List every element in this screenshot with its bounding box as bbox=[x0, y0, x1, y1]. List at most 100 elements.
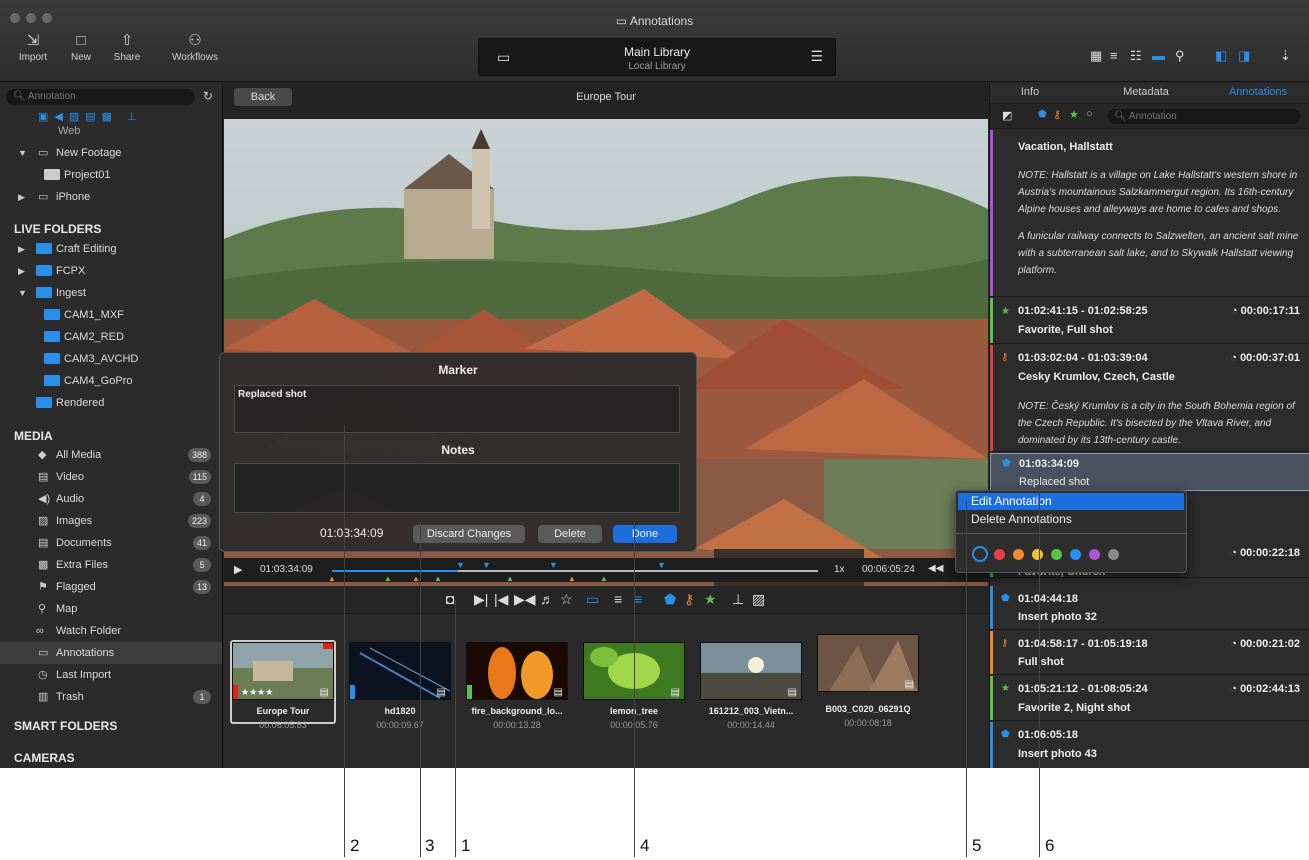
star-icon[interactable]: ★ bbox=[704, 591, 717, 608]
thumbnail-icon[interactable]: ▨ bbox=[752, 591, 765, 608]
sort-icon[interactable]: ⇣ bbox=[1280, 48, 1291, 64]
workflows-button[interactable]: ⚇ Workflows bbox=[170, 30, 220, 63]
annotation-item[interactable]: ★ 01:05:21:12 - 01:08:05:24 ◔ 00:02:44:1… bbox=[990, 676, 1309, 721]
detail-view-icon[interactable]: ☷ bbox=[1130, 48, 1142, 64]
tab-annotations[interactable]: Annotations bbox=[1208, 86, 1308, 98]
star-marker-icon[interactable]: ▲ bbox=[600, 574, 608, 583]
sidebar-item-all-media[interactable]: ◆ All Media 388 bbox=[0, 444, 222, 466]
color-blue-swatch[interactable] bbox=[1070, 549, 1081, 560]
marker-icon[interactable]: ▼ bbox=[657, 560, 666, 570]
sidebar-item-ingest[interactable]: ▼ Ingest bbox=[0, 282, 222, 304]
disclosure-open-icon[interactable]: ▼ bbox=[18, 282, 27, 304]
sidebar-item-documents[interactable]: ▤ Documents 41 bbox=[0, 532, 222, 554]
sidebar-item-fcpx[interactable]: ▶ FCPX bbox=[0, 260, 222, 282]
clip-thumbnail[interactable]: ▤ bbox=[817, 634, 919, 692]
sidebar-item-web[interactable]: Web bbox=[0, 125, 222, 139]
export-icon[interactable]: ⊥ bbox=[732, 591, 744, 608]
go-end-icon[interactable]: ▶| bbox=[474, 591, 488, 608]
sidebar-item-cam4[interactable]: CAM4_GoPro bbox=[0, 370, 222, 392]
delete-annotations-menu-item[interactable]: Delete Annotations bbox=[958, 511, 1184, 528]
color-green-swatch[interactable] bbox=[1051, 549, 1062, 560]
blue-marker-icon[interactable]: ⬟ bbox=[664, 591, 676, 608]
annotation-item[interactable]: ⚷ 01:03:02:04 - 01:03:39:04 ◔ 00:00:37:0… bbox=[990, 345, 1309, 452]
edit-icon[interactable]: ◩ bbox=[1002, 109, 1012, 122]
discard-changes-button[interactable]: Discard Changes bbox=[413, 525, 525, 543]
annotation-search-input[interactable]: 🔍︎ Annotation bbox=[1108, 109, 1300, 124]
annotation-item[interactable]: ⚷ 01:04:58:17 - 01:05:19:18 ◔ 00:00:21:0… bbox=[990, 631, 1309, 675]
rating-icon[interactable]: ☆ bbox=[560, 591, 573, 608]
list-check-icon[interactable]: ☰ bbox=[810, 48, 823, 65]
right-panel-icon[interactable]: ◨ bbox=[1238, 48, 1250, 64]
annotation-item[interactable]: ⬟ 01:06:05:18 Insert photo 43 bbox=[990, 722, 1309, 768]
sidebar-item-images[interactable]: ▨ Images 223 bbox=[0, 510, 222, 532]
color-gray-swatch[interactable] bbox=[1108, 549, 1119, 560]
sidebar-search-input[interactable]: 🔍︎ Annotation bbox=[6, 89, 195, 105]
sidebar-item-video[interactable]: ▤ Video 115 bbox=[0, 466, 222, 488]
star-marker-icon[interactable]: ▲ bbox=[384, 574, 392, 583]
key-marker-icon[interactable]: ▲ bbox=[568, 574, 576, 583]
map-view-icon[interactable]: ⚲ bbox=[1175, 48, 1185, 64]
sidebar-item-watch-folder[interactable]: ∞ Watch Folder bbox=[0, 620, 222, 642]
timeline-track[interactable] bbox=[332, 570, 818, 572]
share-button[interactable]: ⇧ Share bbox=[102, 30, 152, 63]
sidebar-item-trash[interactable]: ▥ Trash 1 bbox=[0, 686, 222, 708]
sidebar-item-new-footage[interactable]: ▼ ▭ New Footage bbox=[0, 142, 222, 164]
key-marker-icon[interactable]: ▲ bbox=[328, 574, 336, 583]
star-marker-icon[interactable]: ▲ bbox=[506, 574, 514, 583]
clip-thumbnail[interactable]: ★★★★ ▤ bbox=[232, 642, 334, 700]
sidebar-item-rendered[interactable]: Rendered bbox=[0, 392, 222, 414]
tab-info[interactable]: Info bbox=[990, 86, 1080, 98]
star-filter-icon[interactable]: ★ bbox=[1069, 108, 1079, 121]
import-button[interactable]: ⇲ Import bbox=[8, 30, 58, 63]
sidebar-item-audio[interactable]: ◀) Audio 4 bbox=[0, 488, 222, 510]
grid-view-icon[interactable]: ▦ bbox=[1090, 48, 1102, 64]
align-justify-icon[interactable]: ≡ bbox=[634, 591, 642, 607]
library-selector[interactable]: ▭ Main Library Local Library ☰ bbox=[478, 38, 836, 76]
sidebar-item-extra-files[interactable]: ▩ Extra Files 5 bbox=[0, 554, 222, 576]
color-orange-swatch[interactable] bbox=[1013, 549, 1024, 560]
annotation-item[interactable]: ⬟ 01:04:44:18 Insert photo 32 bbox=[990, 586, 1309, 630]
marker-icon[interactable]: ▼ bbox=[482, 560, 491, 570]
notes-text-field[interactable] bbox=[234, 463, 680, 513]
edit-annotation-menu-item[interactable]: Edit Annotation bbox=[958, 493, 1184, 510]
clip-thumbnail[interactable]: ▤ bbox=[349, 642, 451, 700]
annotation-item[interactable]: ★ 01:02:41:15 - 01:02:58:25 ◔ 00:00:17:1… bbox=[990, 298, 1309, 344]
color-purple-swatch[interactable] bbox=[1089, 549, 1100, 560]
sidebar-item-cam2[interactable]: CAM2_RED bbox=[0, 326, 222, 348]
playback-speed[interactable]: 1x bbox=[834, 564, 845, 575]
clip-thumbnail[interactable]: ▤ bbox=[700, 642, 802, 700]
disclosure-open-icon[interactable]: ▼ bbox=[18, 142, 27, 164]
marker-icon[interactable]: ▼ bbox=[549, 560, 558, 570]
color-red-swatch[interactable] bbox=[994, 549, 1005, 560]
key-marker-icon[interactable]: ▲ bbox=[412, 574, 420, 583]
disclosure-closed-icon[interactable]: ▶ bbox=[18, 186, 25, 208]
annotation-item-selected[interactable]: ⬟ 01:03:34:09 Replaced shot bbox=[990, 453, 1309, 491]
key-icon[interactable]: ⚷ bbox=[684, 591, 694, 608]
add-marker-icon[interactable]: ◘ bbox=[446, 591, 454, 607]
sidebar-item-last-import[interactable]: ◷ Last Import bbox=[0, 664, 222, 686]
marker-filter-icon[interactable]: ⬟ bbox=[1038, 109, 1047, 120]
list-view-icon[interactable]: ≡ bbox=[1110, 48, 1118, 63]
keyword-icon[interactable]: ♬ bbox=[540, 591, 554, 607]
new-button[interactable]: □ New bbox=[56, 30, 106, 63]
sidebar-item-project01[interactable]: Project01 bbox=[0, 164, 222, 186]
sidebar-item-cam3[interactable]: CAM3_AVCHD bbox=[0, 348, 222, 370]
color-none-swatch[interactable] bbox=[972, 546, 988, 562]
circle-filter-icon[interactable]: ○ bbox=[1086, 108, 1093, 120]
filmstrip-view-icon[interactable]: ▬ bbox=[1152, 48, 1165, 63]
comment-icon[interactable]: ▭ bbox=[586, 591, 599, 608]
sidebar-item-iphone[interactable]: ▶ ▭ iPhone bbox=[0, 186, 222, 208]
refresh-icon[interactable]: ↻ bbox=[203, 89, 213, 103]
annotation-item[interactable]: Vacation, Hallstatt NOTE: Hallstatt is a… bbox=[990, 130, 1309, 297]
star-marker-icon[interactable]: ▲ bbox=[434, 574, 442, 583]
in-out-icon[interactable]: ▶◀ bbox=[514, 591, 536, 608]
play-icon[interactable]: ▶ bbox=[234, 563, 242, 576]
disclosure-closed-icon[interactable]: ▶ bbox=[18, 238, 25, 260]
clip-thumbnail[interactable]: ▤ bbox=[466, 642, 568, 700]
go-start-icon[interactable]: |◀ bbox=[494, 591, 508, 608]
media-filter-icons[interactable]: ▣◀▨▤▩ ⊥ bbox=[38, 110, 143, 123]
align-left-icon[interactable]: ≡ bbox=[614, 591, 622, 607]
marker-icon[interactable]: ▼ bbox=[456, 560, 465, 570]
left-panel-icon[interactable]: ◧ bbox=[1215, 48, 1227, 64]
done-button[interactable]: Done bbox=[613, 525, 677, 543]
